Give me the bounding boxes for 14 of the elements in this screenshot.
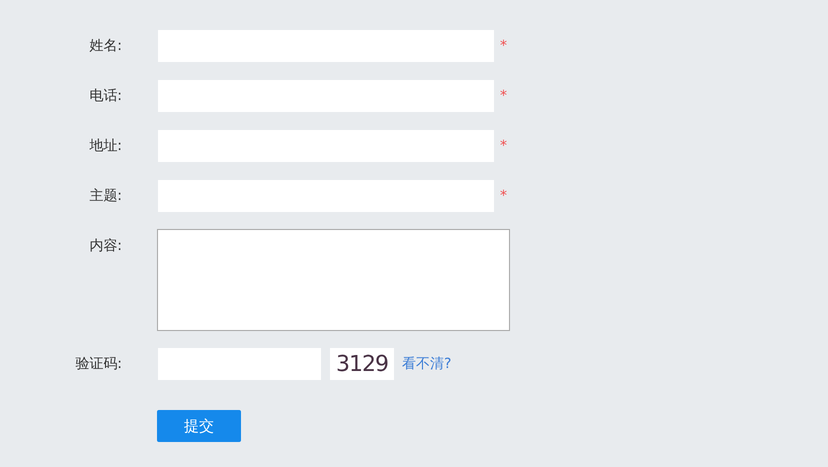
content-field[interactable]: [157, 229, 510, 331]
refresh-link[interactable]: 看不清?: [402, 355, 452, 373]
submit-button[interactable]: 提交: [157, 410, 241, 442]
required-mark: *: [500, 88, 507, 104]
field-label: 验证码:: [74, 355, 122, 374]
field-label: 主题:: [88, 187, 122, 206]
field-label: 地址:: [88, 137, 122, 156]
field-label: 内容:: [88, 237, 122, 256]
required-mark: *: [500, 38, 507, 54]
captcha-image: 3129: [330, 348, 394, 380]
required-mark: *: [500, 138, 507, 154]
required-mark: *: [500, 188, 507, 204]
field-label: 姓名:: [88, 37, 122, 56]
field-label: 电话:: [88, 87, 122, 106]
